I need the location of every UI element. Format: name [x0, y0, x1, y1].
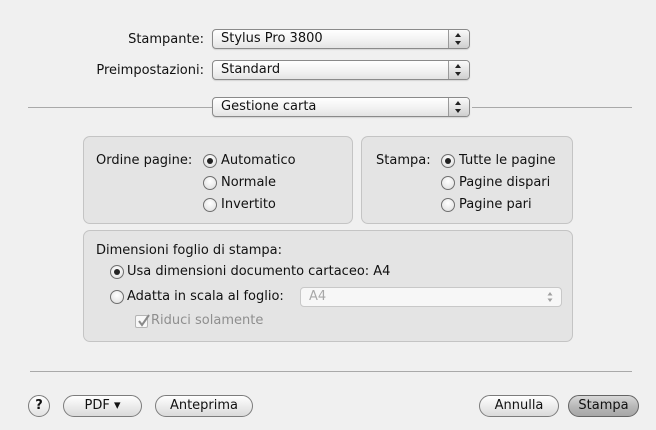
- presets-popup[interactable]: Standard: [212, 60, 470, 80]
- scale-paper-popup[interactable]: A4: [300, 287, 562, 307]
- radio-print-pages-0[interactable]: [441, 154, 455, 168]
- popup-arrows-icon: [541, 288, 561, 306]
- radio-use-document-size[interactable]: [110, 265, 124, 279]
- pdf-menu-button[interactable]: PDF ▾: [63, 395, 142, 417]
- print-button[interactable]: Stampa: [568, 395, 639, 417]
- printer-value: Stylus Pro 3800: [221, 31, 323, 46]
- printer-label: Stampante:: [128, 32, 204, 47]
- paper-size-label: Dimensioni foglio di stampa:: [96, 243, 283, 258]
- reduce-only-label: Riduci solamente: [151, 313, 264, 328]
- page-order-option-1: Normale: [221, 175, 277, 190]
- print-pages-label: Stampa:: [376, 153, 431, 168]
- panel-value: Gestione carta: [221, 99, 317, 114]
- radio-scale-to-paper[interactable]: [110, 290, 124, 304]
- print-pages-option-2: Pagine pari: [459, 197, 532, 212]
- print-pages-option-1: Pagine dispari: [459, 175, 551, 190]
- page-order-option-2: Invertito: [221, 197, 276, 212]
- popup-arrows-icon: [448, 30, 469, 48]
- presets-value: Standard: [221, 62, 281, 77]
- popup-arrows-icon: [448, 98, 469, 116]
- cancel-button[interactable]: Annulla: [479, 395, 559, 417]
- radio-page-order-1[interactable]: [203, 176, 217, 190]
- footer-separator: [30, 371, 632, 372]
- use-document-size-label: Usa dimensioni documento cartaceo: A4: [127, 264, 391, 279]
- scale-paper-value: A4: [309, 289, 327, 304]
- preview-button[interactable]: Anteprima: [155, 395, 253, 417]
- print-pages-option-0: Tutte le pagine: [459, 153, 556, 168]
- page-order-option-0: Automatico: [221, 153, 296, 168]
- separator-left: [28, 107, 212, 108]
- presets-label: Preimpostazioni:: [96, 63, 204, 78]
- page-order-label: Ordine pagine:: [96, 153, 193, 168]
- radio-page-order-0[interactable]: [203, 154, 217, 168]
- page-order-group: [83, 136, 353, 224]
- scale-to-paper-label: Adatta in scala al foglio:: [127, 289, 284, 304]
- panel-popup[interactable]: Gestione carta: [212, 97, 470, 117]
- radio-print-pages-1[interactable]: [441, 176, 455, 190]
- popup-arrows-icon: [448, 61, 469, 79]
- reduce-only-checkbox[interactable]: [135, 314, 150, 328]
- checkmark-icon: [138, 314, 150, 327]
- help-button[interactable]: ?: [28, 395, 50, 417]
- radio-page-order-2[interactable]: [203, 198, 217, 212]
- printer-popup[interactable]: Stylus Pro 3800: [212, 29, 470, 49]
- separator-right: [472, 107, 632, 108]
- radio-print-pages-2[interactable]: [441, 198, 455, 212]
